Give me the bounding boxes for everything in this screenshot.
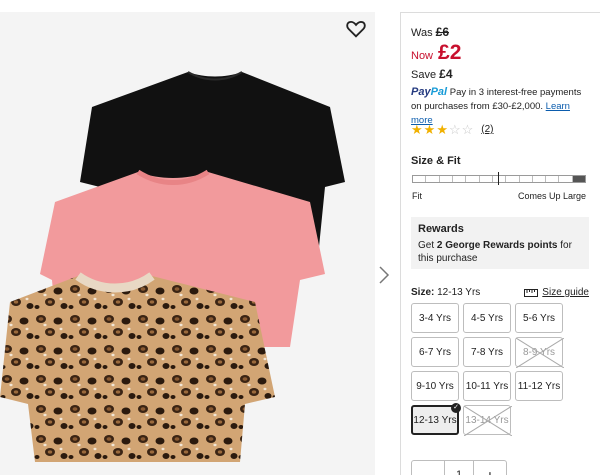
selected-check-icon: ✓ — [451, 403, 461, 413]
star-icon: ★ — [436, 122, 448, 137]
now-value: £2 — [438, 41, 462, 64]
size-option-label: 10-11 Yrs — [465, 380, 509, 392]
save-label: Save — [411, 69, 437, 81]
size-option-label: 7-8 Yrs — [470, 346, 504, 358]
size-option-label: 9-10 Yrs — [416, 380, 454, 392]
tshirts-illustration — [0, 71, 345, 462]
size-option[interactable]: 5-6 Yrs — [515, 303, 563, 333]
size-option[interactable]: 11-12 Yrs — [515, 371, 563, 401]
size-option-label: 11-12 Yrs — [517, 380, 561, 392]
star-icon: ★ — [423, 122, 436, 137]
size-option-label: 4-5 Yrs — [470, 312, 504, 324]
size-option[interactable]: 6-7 Yrs — [411, 337, 459, 367]
size-option[interactable]: 10-11 Yrs — [463, 371, 511, 401]
rating-stars: ★ ★ ★ ☆ ☆ — [411, 123, 473, 136]
size-option[interactable]: 13-14 Yrs — [463, 405, 512, 436]
size-option-label: 3-4 Yrs — [418, 312, 452, 324]
size-option-label: 5-6 Yrs — [522, 312, 556, 324]
size-option-label: 12-13 Yrs — [413, 414, 457, 426]
rewards-title: Rewards — [418, 223, 464, 235]
size-option[interactable]: 4-5 Yrs — [463, 303, 511, 333]
save-amount: Save £4 — [411, 67, 453, 81]
was-value: £6 — [435, 25, 450, 39]
rewards-box: Rewards Get 2 George Rewards points for … — [411, 217, 589, 269]
size-options: 3-4 Yrs 4-5 Yrs 5-6 Yrs 6-7 Yrs 7-8 Yrs 8-9 Y… — [411, 303, 591, 436]
size-option-label: 6-7 Yrs — [418, 346, 452, 358]
now-label: Now — [411, 50, 434, 62]
product-image[interactable] — [0, 12, 375, 475]
now-price: Now £2 — [411, 41, 461, 65]
rewards-text: Get 2 George Rewards points for this pur… — [418, 240, 572, 264]
star-icon: ★ — [411, 122, 423, 137]
size-option[interactable]: 9-10 Yrs — [411, 371, 459, 401]
size-option[interactable]: 12-13 Yrs ✓ — [411, 403, 461, 435]
wishlist-heart-icon[interactable] — [344, 18, 368, 42]
rating[interactable]: ★ ★ ★ ☆ ☆ (2) — [411, 123, 494, 136]
star-icon: ☆ — [448, 122, 461, 137]
quantity-stepper: - 1 + — [411, 460, 507, 475]
size-option[interactable]: 8-9 Yrs — [515, 337, 564, 368]
quantity-increase-button[interactable]: + — [474, 461, 506, 475]
ruler-icon — [524, 288, 539, 297]
review-count-link[interactable]: (2) — [481, 124, 493, 135]
quantity-value[interactable]: 1 — [444, 461, 474, 475]
save-value: £4 — [439, 67, 453, 81]
fit-scale-left-label: Fit — [412, 191, 422, 201]
chevron-right-icon[interactable] — [377, 264, 391, 288]
size-selected-label: Size: 12-13 Yrs — [411, 287, 481, 298]
product-info-panel: Was £6 Now £2 Save £4 PayPal Pay in 3 in… — [400, 12, 600, 475]
quantity-decrease-button[interactable]: - — [412, 461, 444, 475]
size-guide-link[interactable]: Size guide — [524, 287, 589, 298]
paypal-logo-icon: PayPal — [411, 86, 448, 98]
unavailable-cross-icon — [464, 406, 512, 436]
fit-scale-bar — [412, 175, 586, 183]
was-label: Was — [411, 27, 433, 39]
size-option[interactable]: 3-4 Yrs — [411, 303, 459, 333]
unavailable-cross-icon — [516, 338, 564, 368]
was-price: Was £6 — [411, 25, 449, 39]
product-gallery — [0, 0, 390, 475]
fit-scale-right-label: Comes Up Large — [517, 191, 586, 201]
size-option[interactable]: 7-8 Yrs — [463, 337, 511, 367]
size-fit-title: Size & Fit — [411, 155, 461, 167]
fit-scale-marker — [498, 172, 499, 185]
star-icon: ☆ — [461, 122, 474, 137]
size-header: Size: 12-13 Yrs Size guide — [411, 287, 589, 298]
rewards-points: 2 George Rewards points — [436, 240, 558, 251]
